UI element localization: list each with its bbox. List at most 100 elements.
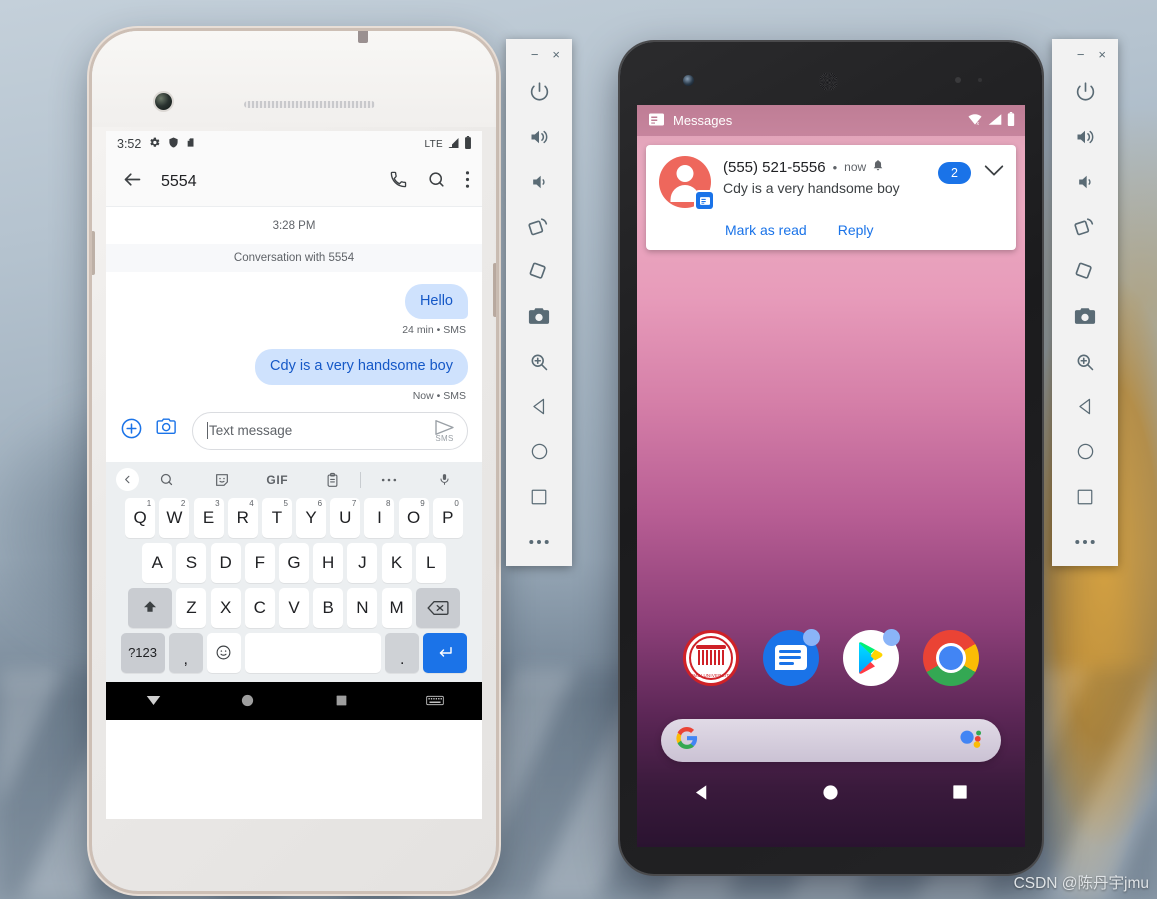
overview-button[interactable] [1052,474,1118,519]
more-button[interactable] [506,519,572,564]
zoom-button[interactable] [1052,339,1118,384]
volume-down-button[interactable] [1052,159,1118,204]
message-input[interactable]: Text message SMS [192,411,468,450]
google-search-bar[interactable] [661,719,1001,762]
keyboard-search-icon[interactable] [139,472,194,487]
rotate-right-button[interactable] [506,249,572,294]
chevron-left-icon[interactable] [116,468,139,492]
key-L[interactable]: L [415,542,446,583]
clipboard-icon[interactable] [305,472,360,488]
volume-up-button[interactable] [1052,114,1118,159]
app-icon-play-store[interactable] [831,629,911,686]
plus-circle-icon[interactable] [120,417,143,445]
key-B[interactable]: B [313,587,344,628]
volume-up-button[interactable] [506,114,572,159]
message-bubble[interactable]: Hello [404,284,468,320]
home-circle-icon[interactable] [200,693,294,708]
message-bubble[interactable]: Cdy is a very handsome boy [255,349,468,385]
key-number: 6 [317,498,323,508]
send-button[interactable]: SMS [434,419,455,443]
rotate-left-button[interactable] [506,204,572,249]
phone-call-icon[interactable] [389,170,408,194]
key-G[interactable]: G [279,542,309,583]
key-E[interactable]: 3E [193,497,224,538]
google-assistant-icon[interactable] [958,728,986,753]
key-K[interactable]: K [381,542,412,583]
overview-button[interactable] [506,474,572,519]
key-C[interactable]: C [244,587,275,628]
power-button[interactable] [1052,69,1118,114]
close-button[interactable]: × [1098,48,1106,61]
key-P[interactable]: 0P [432,497,463,538]
comma-key[interactable]: , [168,632,203,673]
zoom-button[interactable] [506,339,572,384]
enter-icon[interactable] [423,632,468,673]
volume-side-button[interactable] [92,231,95,275]
home-circle-icon[interactable] [766,784,895,801]
collapse-keyboard-icon[interactable] [106,693,200,708]
key-M[interactable]: M [381,587,412,628]
key-H[interactable]: H [313,542,344,583]
key-R[interactable]: 4R [227,497,258,538]
volume-down-button[interactable] [506,159,572,204]
back-button[interactable] [506,384,572,429]
backspace-icon[interactable] [415,587,460,628]
shift-icon[interactable] [128,587,173,628]
back-triangle-icon[interactable] [637,783,766,802]
numeric-key[interactable]: ?123 [120,632,165,673]
minimize-button[interactable]: − [531,48,539,61]
recents-square-icon[interactable] [294,694,388,707]
rotate-left-button[interactable] [1052,204,1118,249]
key-W[interactable]: 2W [159,497,190,538]
minimize-button[interactable]: − [1077,48,1085,61]
close-button[interactable]: × [552,48,560,61]
earpiece-speaker [244,101,375,108]
key-Z[interactable]: Z [176,587,207,628]
earpiece-speaker [819,72,838,91]
screenshot-button[interactable] [506,294,572,339]
back-arrow-icon[interactable] [122,169,143,195]
home-button[interactable] [506,429,572,474]
key-U[interactable]: 7U [330,497,361,538]
rotate-right-button[interactable] [1052,249,1118,294]
key-T[interactable]: 5T [261,497,292,538]
power-button[interactable] [506,69,572,114]
app-icon-messages[interactable] [751,629,831,686]
home-button[interactable] [1052,429,1118,474]
key-V[interactable]: V [279,587,309,628]
overflow-menu-icon[interactable] [465,170,470,194]
camera-icon[interactable] [156,418,179,443]
app-icon-chrome[interactable] [911,630,991,686]
key-A[interactable]: A [142,542,173,583]
space-key[interactable] [245,632,382,673]
sticker-icon[interactable] [194,472,249,488]
notification-card[interactable]: (555) 521-5556 • now Cdy is a very hands… [646,145,1016,250]
back-button[interactable] [1052,384,1118,429]
gif-button[interactable]: GIF [250,473,305,487]
search-icon[interactable] [427,170,446,194]
app-icon-university[interactable]: JIMEI UNIVERSITY [671,630,751,686]
recents-square-icon[interactable] [896,784,1025,800]
key-J[interactable]: J [347,542,378,583]
key-O[interactable]: 9O [398,497,429,538]
notification-right: 2 [938,156,1004,184]
key-X[interactable]: X [210,587,241,628]
key-S[interactable]: S [176,542,207,583]
key-N[interactable]: N [347,587,378,628]
key-F[interactable]: F [244,542,275,583]
power-side-button[interactable] [493,263,496,317]
more-button[interactable] [1052,519,1118,564]
screenshot-button[interactable] [1052,294,1118,339]
chevron-down-icon[interactable] [984,164,1004,182]
key-I[interactable]: 8I [364,497,395,538]
reply-action[interactable]: Reply [838,222,874,238]
more-icon[interactable] [361,477,416,483]
mic-icon[interactable] [417,471,472,488]
emoji-icon[interactable] [206,632,241,673]
mark-as-read-action[interactable]: Mark as read [725,222,807,238]
keyboard-icon[interactable] [388,695,482,706]
key-Y[interactable]: 6Y [296,497,327,538]
period-key[interactable]: . [385,632,420,673]
key-D[interactable]: D [210,542,241,583]
key-Q[interactable]: 1Q [125,497,156,538]
